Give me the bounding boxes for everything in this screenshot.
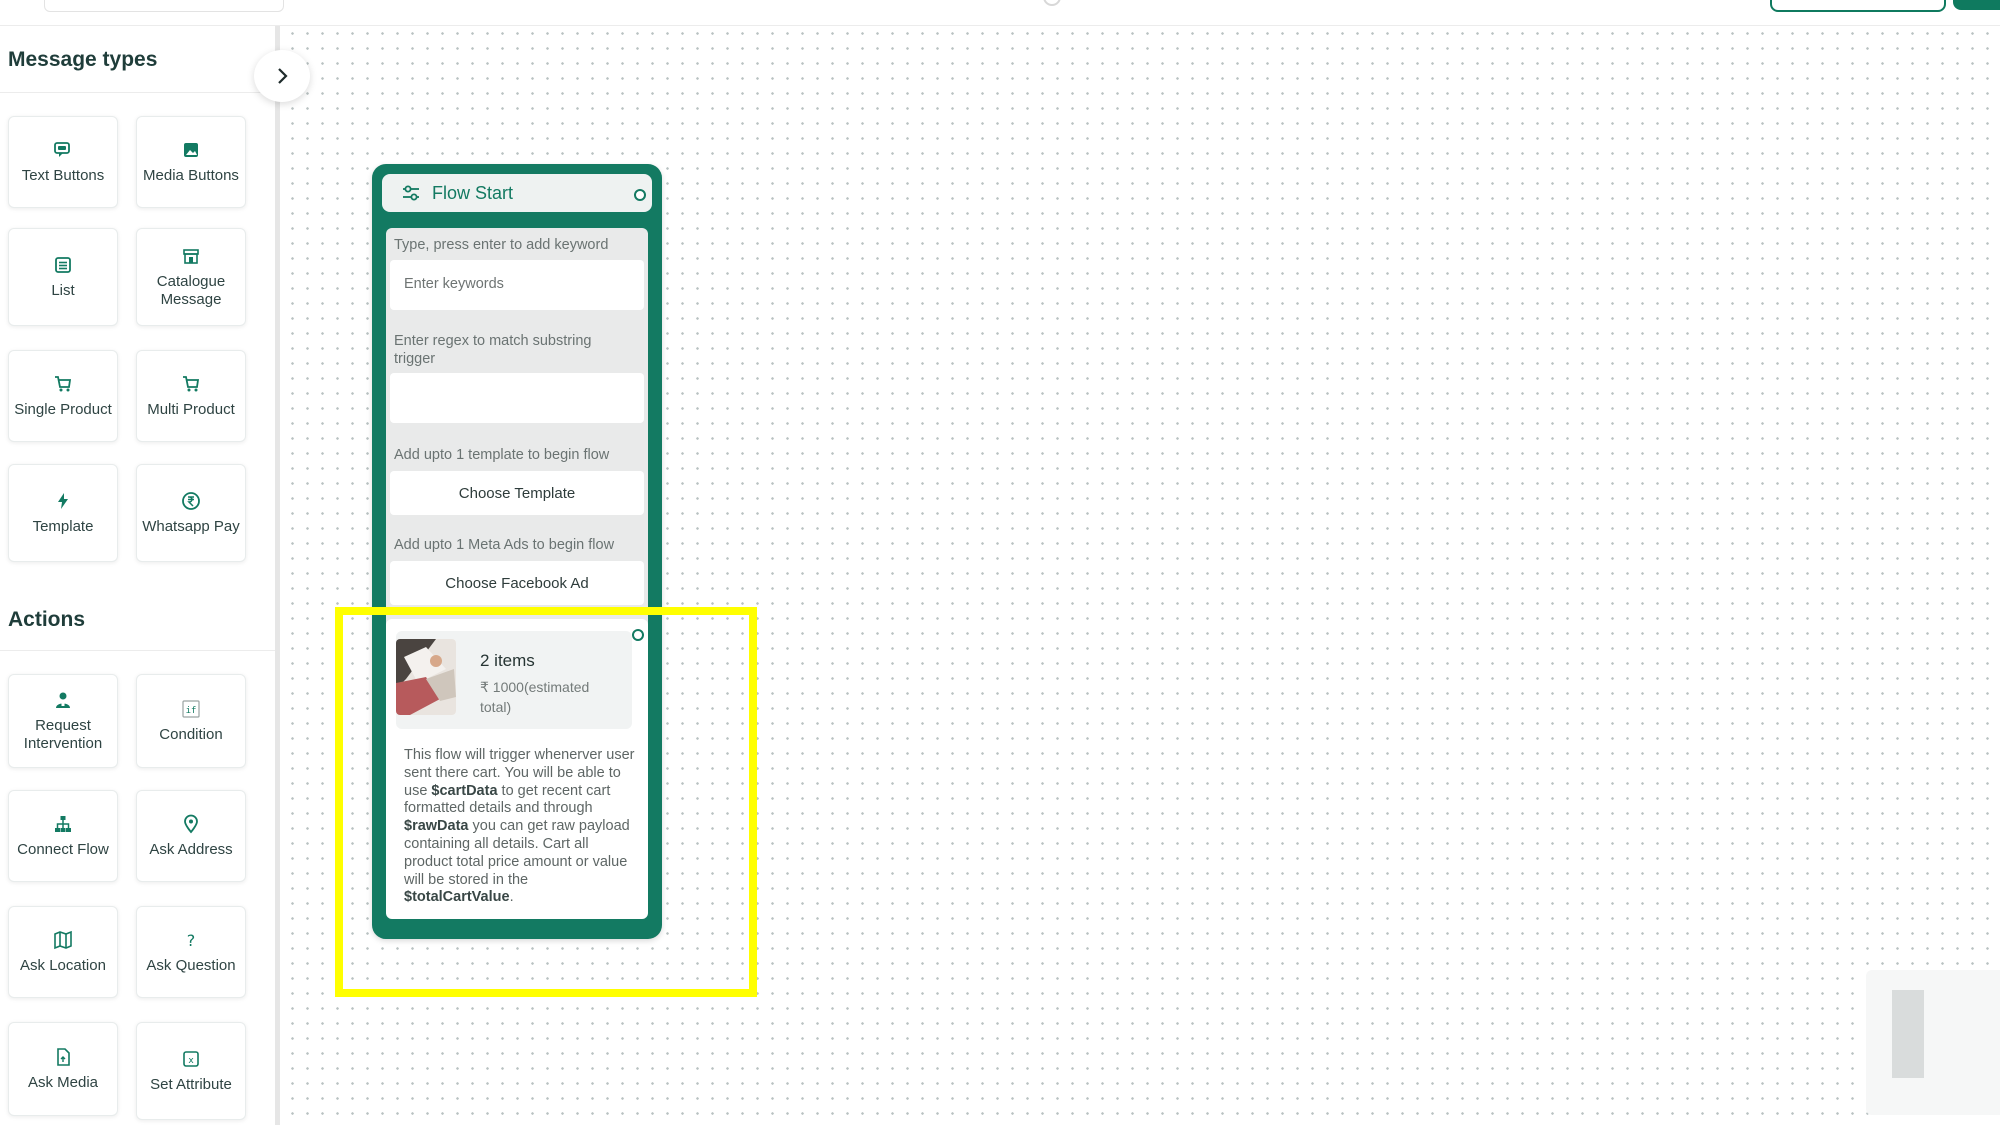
ads-label: Add upto 1 Meta Ads to begin flow: [394, 537, 615, 553]
tile-label: Ask Media: [27, 1074, 99, 1091]
tile-multi-product[interactable]: Multi Product: [136, 350, 246, 442]
tile-label: Connect Flow: [17, 841, 109, 858]
cart-icon: [180, 373, 202, 395]
cart-trigger-card[interactable]: 2 items ₹ 1000(estimated total) This flo…: [386, 619, 648, 919]
cart-icon: [52, 373, 74, 395]
tile-set-attribute[interactable]: x Set Attribute: [136, 1022, 246, 1120]
file-icon: [52, 1046, 74, 1068]
secondary-action-button[interactable]: [1770, 0, 1946, 12]
tile-label: Multi Product: [147, 401, 235, 418]
tile-label: Single Product: [14, 401, 112, 418]
tile-condition[interactable]: if Condition: [136, 674, 246, 768]
tile-ask-media[interactable]: Ask Media: [8, 1022, 118, 1116]
tile-whatsapp-pay[interactable]: Whatsapp Pay: [136, 464, 246, 562]
flow-name-field[interactable]: [44, 0, 284, 12]
hierarchy-icon: [52, 813, 74, 835]
loading-icon: [1043, 0, 1061, 6]
tile-connect-flow[interactable]: Connect Flow: [8, 790, 118, 882]
list-icon: [52, 254, 74, 276]
template-label: Add upto 1 template to begin flow: [394, 447, 610, 463]
sliders-icon: [400, 182, 422, 204]
output-handle[interactable]: [634, 189, 646, 201]
divider: [0, 92, 275, 93]
divider: [0, 650, 275, 651]
tile-single-product[interactable]: Single Product: [8, 350, 118, 442]
choose-template-button[interactable]: Choose Template: [390, 471, 644, 515]
cart-description: This flow will trigger whenerver user se…: [404, 747, 635, 906]
keyword-input[interactable]: Enter keywords: [390, 260, 644, 310]
regex-label: Enter regex to match substring trigger: [394, 333, 592, 367]
rupee-circle-icon: [180, 490, 202, 512]
primary-action-button[interactable]: [1953, 0, 2000, 10]
actions-heading: Actions: [8, 608, 86, 631]
tile-label: Condition: [159, 726, 223, 743]
tile-list[interactable]: List: [8, 228, 118, 326]
agent-icon: [52, 689, 74, 711]
tile-label: Ask Address: [149, 841, 233, 858]
keyword-label: Type, press enter to add keyword: [394, 237, 609, 253]
store-icon: [180, 245, 202, 267]
minimap-node: [1892, 990, 1924, 1078]
tile-ask-address[interactable]: Ask Address: [136, 790, 246, 882]
cart-items-count: 2 items: [480, 651, 535, 670]
collapse-sidebar-button[interactable]: [254, 50, 310, 102]
cart-estimated-total: ₹ 1000(estimated total): [480, 679, 590, 715]
minimap[interactable]: [1866, 970, 2000, 1115]
tile-label: Text Buttons: [21, 167, 105, 184]
keyword-placeholder: Enter keywords: [404, 276, 504, 292]
tile-catalogue-message[interactable]: Catalogue Message: [136, 228, 246, 326]
tile-label: Ask Question: [146, 957, 236, 974]
tile-text-buttons[interactable]: Text Buttons: [8, 116, 118, 208]
tile-ask-location[interactable]: Ask Location: [8, 906, 118, 998]
tile-ask-question[interactable]: ? Ask Question: [136, 906, 246, 998]
node-header: Flow Start: [382, 174, 652, 212]
choose-facebook-ad-button[interactable]: Choose Facebook Ad: [390, 561, 644, 605]
tile-label: Catalogue Message: [156, 273, 226, 308]
image-icon: [180, 139, 202, 161]
question-icon: ?: [180, 929, 202, 951]
var-total-cart-value: $totalCartValue: [404, 889, 510, 906]
message-types-heading: Message types: [8, 48, 158, 71]
tile-template[interactable]: Template: [8, 464, 118, 562]
chat-bubble-icon: [52, 139, 74, 161]
tile-label: Ask Location: [20, 957, 106, 974]
tile-label: Request Intervention: [23, 717, 103, 752]
if-icon: if: [180, 698, 202, 720]
tile-request-intervention[interactable]: Request Intervention: [8, 674, 118, 768]
product-thumbnail: [396, 639, 456, 715]
regex-input[interactable]: [390, 373, 644, 423]
tile-label: Whatsapp Pay: [142, 518, 240, 535]
map-pin-icon: [180, 813, 202, 835]
map-icon: [52, 929, 74, 951]
cart-summary: 2 items ₹ 1000(estimated total): [396, 631, 632, 729]
svg-text:x: x: [188, 1056, 194, 1066]
tile-label: Template: [32, 518, 94, 535]
chevron-right-icon: [278, 68, 288, 84]
cart-output-handle[interactable]: [632, 629, 644, 641]
tile-label: List: [51, 282, 75, 299]
var-raw-data: $rawData: [404, 818, 469, 835]
svg-text:?: ?: [187, 931, 196, 950]
node-title: Flow Start: [432, 182, 514, 203]
lightning-icon: [52, 490, 74, 512]
flow-start-node[interactable]: Flow Start Type, press enter to add keyw…: [372, 164, 662, 939]
tile-media-buttons[interactable]: Media Buttons: [136, 116, 246, 208]
var-cart-data: $cartData: [431, 782, 498, 799]
top-bar: [0, 0, 2000, 26]
tile-label: Media Buttons: [143, 167, 239, 184]
node-palette-sidebar: Message types Text Buttons Media Buttons…: [0, 26, 280, 1125]
svg-text:if: if: [186, 706, 197, 716]
variable-icon: x: [180, 1048, 202, 1070]
tile-label: Set Attribute: [150, 1076, 232, 1093]
